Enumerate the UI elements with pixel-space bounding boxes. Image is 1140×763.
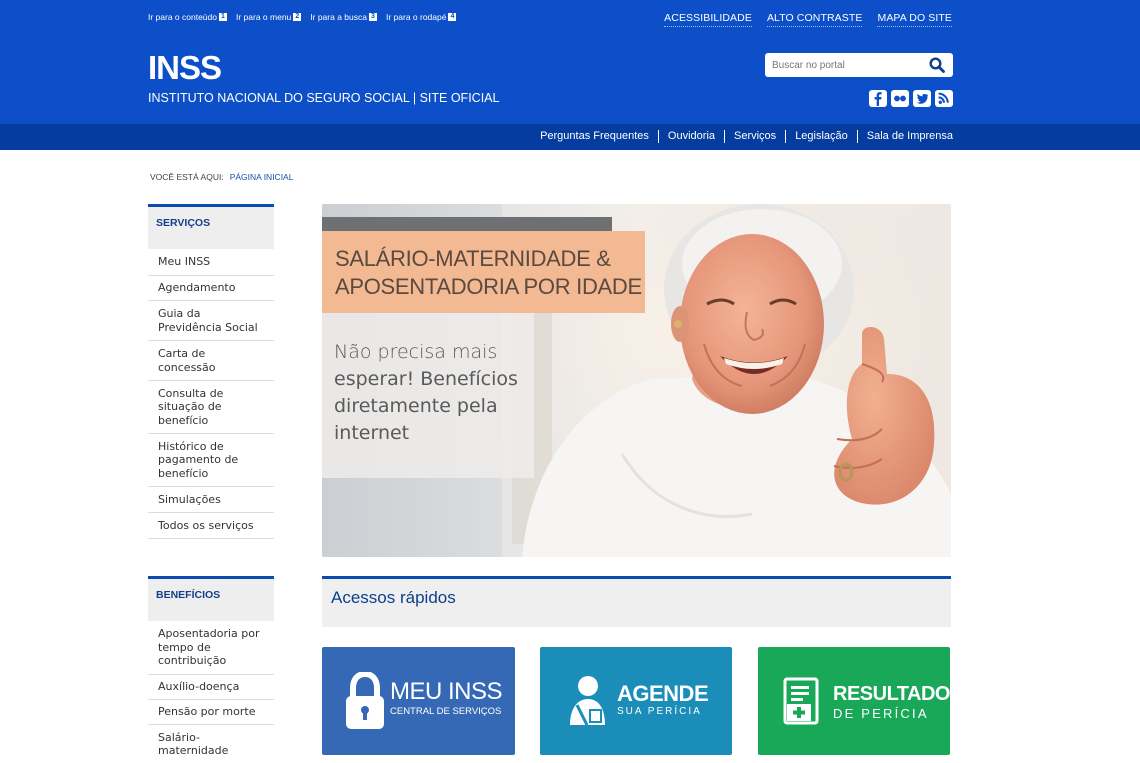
skip-to-search-link[interactable]: Ir para a busca 3 — [310, 12, 377, 22]
social-icons — [869, 90, 953, 107]
skip-to-menu-link[interactable]: Ir para o menu 2 — [236, 12, 302, 22]
sidebar-item-auxilio-doenca[interactable]: Auxílio-doença — [148, 675, 274, 700]
breadcrumb-label: VOCÊ ESTÁ AQUI: — [150, 172, 224, 182]
resultado-label: RESULTADO DE PERÍCIA — [833, 683, 950, 721]
skip-links: Ir para o conteúdo 1 Ir para o menu 2 Ir p… — [148, 12, 457, 22]
resultado-pericia-tile[interactable]: RESULTADO DE PERÍCIA — [758, 647, 950, 755]
facebook-icon[interactable] — [869, 90, 887, 107]
agende-title: AGENDE — [617, 681, 709, 706]
banner-body-box: Não precisa mais esperar! Benefícios dir… — [322, 313, 534, 478]
search-icon[interactable] — [925, 53, 949, 77]
sidebar-item-pensao-morte[interactable]: Pensão por morte — [148, 700, 274, 725]
skip-to-footer-link[interactable]: Ir para o rodapé 4 — [386, 12, 457, 22]
top-links: ACESSIBILIDADE ALTO CONTRASTE MAPA DO SI… — [664, 12, 952, 27]
rss-icon[interactable] — [935, 90, 953, 107]
breadcrumb-home-link[interactable]: PÁGINA INICIAL — [230, 172, 294, 182]
site-subtitle: INSTITUTO NACIONAL DO SEGURO SOCIAL | SI… — [148, 91, 500, 105]
sidebar-item-historico-pagamento[interactable]: Histórico de pagamento de benefício — [148, 434, 274, 487]
search-input[interactable] — [765, 54, 925, 76]
resultado-subtitle: DE PERÍCIA — [833, 706, 929, 721]
meu-inss-label: MEU INSS CENTRAL DE SERVIÇOS — [390, 678, 503, 718]
hero-banner[interactable]: SALÁRIO-MATERNIDADE & APOSENTADORIA POR … — [322, 204, 951, 557]
main-nav: Perguntas Frequentes Ouvidoria Serviços … — [531, 130, 953, 143]
banner-body-line3: diretamente pela — [334, 395, 498, 417]
sidebar-item-meu-inss[interactable]: Meu INSS — [148, 249, 274, 276]
breadcrumb: VOCÊ ESTÁ AQUI: PÁGINA INICIAL — [150, 172, 293, 182]
sidebar-item-guia-previdencia[interactable]: Guia da Previdência Social — [148, 301, 274, 341]
banner-body-line4: internet — [334, 422, 410, 444]
banner-body-line2: esperar! Benefícios — [334, 368, 518, 390]
sidebar-services: SERVIÇOS Meu INSS Agendamento Guia da Pr… — [148, 204, 274, 539]
banner-body-line1: Não precisa mais — [334, 341, 498, 363]
sidebar-item-agendamento[interactable]: Agendamento — [148, 276, 274, 301]
banner-accent-bar — [322, 217, 612, 231]
meu-inss-tile[interactable]: MEU INSS CENTRAL DE SERVIÇOS — [322, 647, 515, 755]
twitter-icon[interactable] — [913, 90, 931, 107]
meu-inss-title: MEU INSS — [390, 678, 503, 705]
site-map-link[interactable]: MAPA DO SITE — [877, 12, 952, 27]
agende-label: AGENDE SUA PERÍCIA — [617, 681, 709, 718]
nav-services[interactable]: Serviços — [724, 130, 785, 143]
main-navbar: Perguntas Frequentes Ouvidoria Serviços … — [0, 124, 1140, 150]
sidebar-benefits: BENEFÍCIOS Aposentadoria por tempo de co… — [148, 576, 274, 763]
resultado-title: RESULTADO — [833, 683, 950, 705]
sidebar-item-carta-concessao[interactable]: Carta de concessão — [148, 341, 274, 381]
sidebar-item-simulacoes[interactable]: Simulações — [148, 487, 274, 513]
quick-access-header: Acessos rápidos — [322, 576, 951, 627]
lock-icon — [345, 670, 385, 734]
skip-to-content-link[interactable]: Ir para o conteúdo 1 — [148, 12, 227, 22]
sidebar-item-salario-maternidade[interactable]: Salário-maternidade — [148, 725, 274, 763]
medical-document-icon — [783, 677, 819, 729]
agende-subtitle: SUA PERÍCIA — [617, 706, 702, 717]
nav-ombudsman[interactable]: Ouvidoria — [657, 130, 724, 143]
sidebar-services-title: SERVIÇOS — [148, 204, 274, 249]
search-box — [765, 53, 953, 77]
accessibility-link[interactable]: ACESSIBILIDADE — [664, 12, 752, 27]
banner-headline-box: SALÁRIO-MATERNIDADE & APOSENTADORIA POR … — [322, 231, 645, 313]
sidebar-item-aposentadoria-contribuicao[interactable]: Aposentadoria por tempo de contribuição — [148, 621, 274, 675]
sidebar-item-todos-servicos[interactable]: Todos os serviços — [148, 513, 274, 539]
banner-headline-line1: SALÁRIO-MATERNIDADE & — [335, 246, 611, 271]
nav-faq[interactable]: Perguntas Frequentes — [531, 130, 658, 143]
sidebar-benefits-title: BENEFÍCIOS — [148, 576, 274, 621]
agende-pericia-tile[interactable]: AGENDE SUA PERÍCIA — [540, 647, 732, 755]
nav-legislation[interactable]: Legislação — [785, 130, 857, 143]
banner-headline-line2: APOSENTADORIA POR IDADE — [335, 274, 642, 299]
flickr-icon[interactable] — [891, 90, 909, 107]
site-header: Ir para o conteúdo 1 Ir para o menu 2 Ir p… — [0, 0, 1140, 124]
meu-inss-subtitle: CENTRAL DE SERVIÇOS — [390, 706, 502, 717]
site-logo[interactable]: INSS — [148, 50, 222, 86]
nav-press-room[interactable]: Sala de Imprensa — [856, 130, 953, 143]
high-contrast-link[interactable]: ALTO CONTRASTE — [766, 12, 863, 27]
person-icon — [567, 675, 607, 731]
quick-access-title: Acessos rápidos — [331, 588, 456, 607]
sidebar-item-consulta-beneficio[interactable]: Consulta de situação de benefício — [148, 381, 274, 434]
